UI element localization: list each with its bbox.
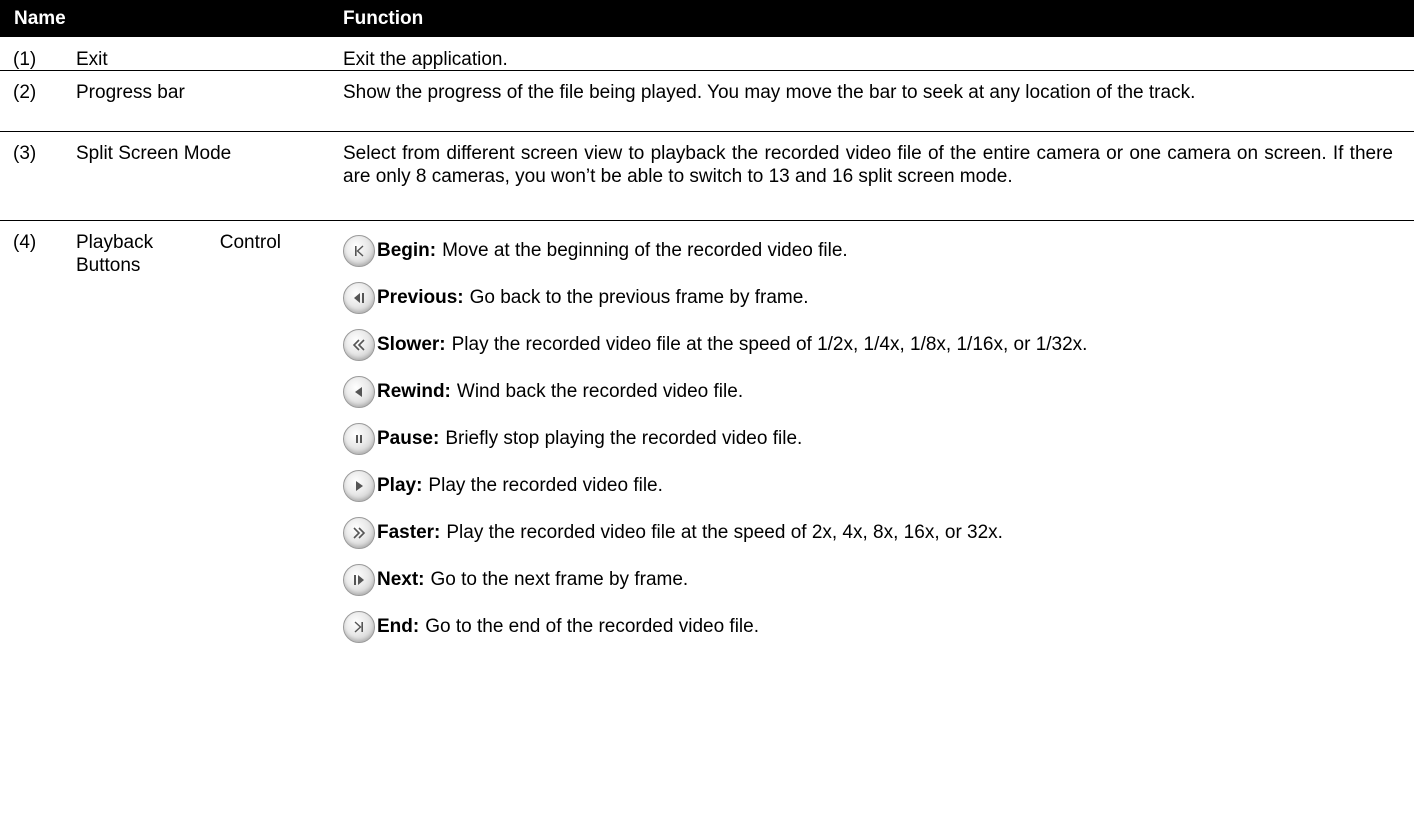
control-description: Briefly stop playing the recorded video … — [445, 428, 803, 449]
row-name-part: Control — [219, 232, 281, 253]
rewind-icon — [343, 375, 375, 408]
list-item: Slower: Play the recorded video file at … — [343, 321, 1393, 368]
control-description: Play the recorded video file at the spee… — [446, 522, 1003, 543]
row-name: Exit — [76, 49, 108, 70]
end-icon — [343, 610, 375, 643]
list-item: End: Go to the end of the recorded video… — [343, 603, 1393, 650]
control-description: Go to the next frame by frame. — [430, 569, 689, 590]
control-label: Slower: — [377, 334, 446, 355]
control-label: Begin: — [377, 240, 437, 261]
control-description: Play the recorded video file. — [428, 475, 663, 496]
control-button-list: Begin: Move at the beginning of the reco… — [343, 227, 1393, 650]
list-item: Pause: Briefly stop playing the recorded… — [343, 415, 1393, 462]
header-name: Name — [14, 7, 66, 29]
row-number: (2) — [13, 82, 37, 103]
table-row: (2) Progress bar Show the progress of th… — [0, 71, 1414, 132]
row-number: (3) — [13, 143, 37, 164]
row-function: Exit the application. — [343, 49, 508, 70]
row-name: Progress bar — [76, 82, 185, 103]
control-label: Play: — [377, 475, 423, 496]
control-label: Next: — [377, 569, 425, 590]
row-name: Split Screen Mode — [76, 143, 232, 164]
list-item: Play: Play the recorded video file. — [343, 462, 1393, 509]
row-number: (1) — [13, 49, 37, 70]
table-row: (3) Split Screen Mode Select from differ… — [0, 132, 1414, 221]
row-function: Show the progress of the file being play… — [343, 82, 1196, 103]
control-description: Go back to the previous frame by frame. — [469, 287, 809, 308]
control-label: End: — [377, 616, 420, 637]
table-row: (4) Playback Control Buttons Begin: Move… — [0, 221, 1414, 650]
control-description: Move at the beginning of the recorded vi… — [442, 240, 848, 261]
control-description: Play the recorded video file at the spee… — [451, 334, 1088, 355]
control-label: Pause: — [377, 428, 440, 449]
control-label: Rewind: — [377, 381, 451, 402]
function-table: Name Function (1) Exit Exit the applicat… — [0, 0, 1414, 650]
row-name: Playback Control Buttons — [48, 231, 343, 277]
list-item: Previous: Go back to the previous frame … — [343, 274, 1393, 321]
list-item: Next: Go to the next frame by frame. — [343, 556, 1393, 603]
list-item: Rewind: Wind back the recorded video fil… — [343, 368, 1393, 415]
control-label: Faster: — [377, 522, 441, 543]
table-row: (1) Exit Exit the application. — [0, 37, 1414, 71]
control-label: Previous: — [377, 287, 464, 308]
play-icon — [343, 469, 375, 502]
row-name-part: Playback — [76, 232, 154, 253]
control-description: Wind back the recorded video file. — [456, 381, 744, 402]
pause-icon — [343, 422, 375, 455]
list-item: Begin: Move at the beginning of the reco… — [343, 227, 1393, 274]
begin-icon — [343, 234, 375, 267]
header-function: Function — [343, 7, 424, 29]
row-number: (4) — [13, 232, 37, 253]
table-header: Name Function — [0, 0, 1414, 37]
faster-icon — [343, 516, 375, 549]
previous-icon — [343, 281, 375, 314]
slower-icon — [343, 328, 375, 361]
row-function: Select from different screen view to pla… — [343, 143, 1393, 187]
control-description: Go to the end of the recorded video file… — [425, 616, 759, 637]
row-name-part: Buttons — [76, 255, 141, 276]
next-icon — [343, 563, 375, 596]
list-item: Faster: Play the recorded video file at … — [343, 509, 1393, 556]
